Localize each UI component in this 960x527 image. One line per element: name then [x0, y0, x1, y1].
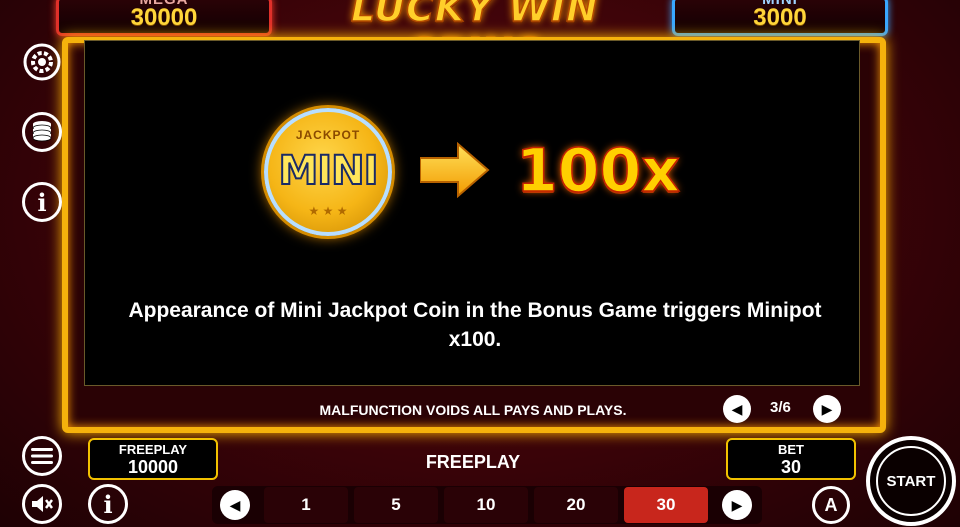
prev-page-button[interactable]: ◀ [723, 395, 751, 423]
freeplay-label: FREEPLAY [118, 442, 188, 457]
coins-icon [32, 121, 52, 142]
arrow-right-icon [420, 142, 490, 198]
bet-settings-button[interactable] [22, 112, 62, 152]
multiplier-value: 100x [515, 135, 680, 207]
start-button[interactable]: START [866, 436, 956, 526]
bet-label: BET [778, 442, 804, 457]
mini-jackpot-display: MINI 3000 [672, 0, 888, 36]
bet-display: BET 30 [726, 438, 856, 480]
sound-off-icon [32, 496, 53, 512]
info-description: Appearance of Mini Jackpot Coin in the B… [128, 299, 822, 351]
malfunction-notice: MALFUNCTION VOIDS ALL PAYS AND PLAYS. [319, 402, 627, 418]
bet-increase-button[interactable]: ▶ [722, 490, 752, 520]
menu-icon [31, 448, 53, 464]
paytable-button[interactable]: i [88, 484, 128, 524]
bet-option-20[interactable]: 20 [534, 487, 618, 523]
settings-button[interactable] [22, 42, 62, 82]
sound-toggle-button[interactable] [22, 484, 62, 524]
mega-jackpot-display: MEGA 30000 [56, 0, 272, 36]
mini-jackpot-coin-icon: JACKPOT MINI ★ ★ ★ [264, 108, 392, 236]
info-icon: i [37, 187, 47, 217]
bet-option-30[interactable]: 30 [624, 487, 708, 523]
bet-option-10[interactable]: 10 [444, 487, 528, 523]
menu-button[interactable] [22, 436, 62, 476]
autoplay-icon: A [824, 494, 838, 515]
gear-icon [23, 43, 61, 81]
info-button[interactable]: i [22, 182, 62, 222]
bet-option-5[interactable]: 5 [354, 487, 438, 523]
coin-top-text: JACKPOT [295, 128, 361, 142]
mode-label: FREEPLAY [425, 452, 521, 472]
page-indicator: 3/6 [770, 399, 791, 416]
mini-jackpot-value: 3000 [753, 4, 807, 31]
start-label: START [876, 446, 946, 516]
bet-value: 30 [780, 457, 802, 477]
coin-main-text: MINI [277, 147, 379, 195]
mega-jackpot-value: 30000 [130, 4, 198, 31]
next-page-button[interactable]: ▶ [813, 395, 841, 423]
info-icon: i [103, 489, 113, 519]
coin-stars: ★ ★ ★ [308, 204, 348, 218]
bet-option-1[interactable]: 1 [264, 487, 348, 523]
bet-decrease-button[interactable]: ◀ [220, 490, 250, 520]
freeplay-value: 10000 [127, 457, 179, 477]
autoplay-button[interactable]: A [812, 486, 850, 524]
freeplay-counter: FREEPLAY 10000 [88, 438, 218, 480]
